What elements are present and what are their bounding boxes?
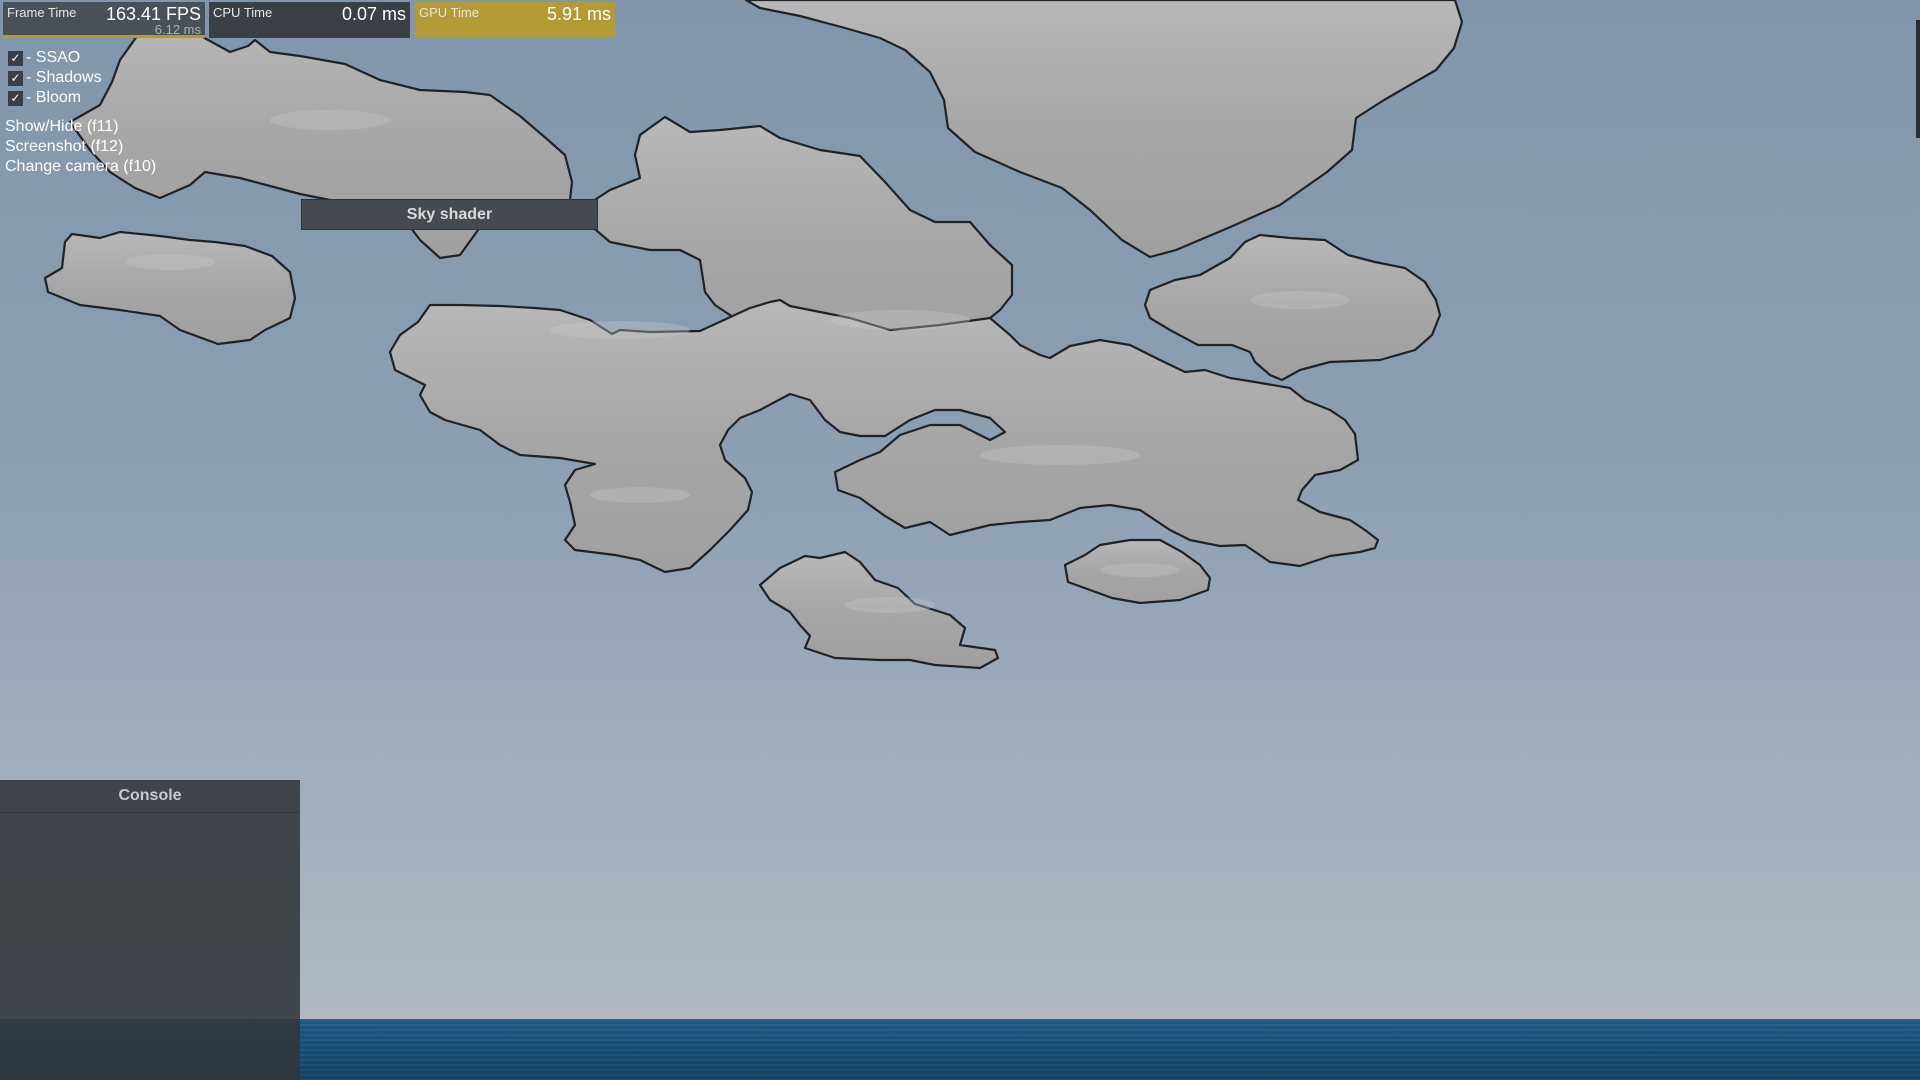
gpu-time-label: GPU Time [419, 5, 479, 20]
gpu-time-graph: GPU Time 5.91 ms [415, 2, 615, 38]
shadows-label: - Shadows [26, 69, 102, 86]
change-camera-hint: Change camera (f10) [5, 158, 157, 175]
bloom-label: - Bloom [26, 89, 82, 106]
frame-time-graph: Frame Time 163.41 FPS 6.12 ms [3, 2, 205, 38]
show-hide-hint: Show/Hide (f11) [5, 118, 119, 135]
cpu-time-graph: CPU Time 0.07 ms [209, 2, 410, 38]
ssao-label: - SSAO [26, 49, 81, 66]
checkmark-icon[interactable]: ✓ [8, 90, 23, 106]
frame-time-bar [3, 35, 205, 38]
scrollbar[interactable] [1916, 20, 1920, 138]
cpu-time-value: 0.07 ms [341, 4, 406, 24]
sky-shader-title: Sky shader [406, 205, 493, 223]
screenshot-hint: Screenshot (f12) [5, 138, 124, 155]
cpu-time-label: CPU Time [213, 5, 273, 20]
ssao-toggle[interactable]: ✓ - SSAO [8, 49, 80, 67]
console-window[interactable]: Console [0, 780, 300, 1080]
checkmark-icon[interactable]: ✓ [8, 70, 23, 86]
cloud [43, 230, 297, 346]
bloom-toggle[interactable]: ✓ - Bloom [8, 89, 81, 107]
console-title: Console [118, 787, 182, 804]
frame-time-label: Frame Time [7, 5, 77, 20]
console-title-bar[interactable]: Console [0, 780, 300, 813]
shadows-toggle[interactable]: ✓ - Shadows [8, 69, 102, 87]
sky-shader-window-title[interactable]: Sky shader [301, 199, 598, 230]
checkmark-icon[interactable]: ✓ [8, 50, 23, 66]
gpu-time-value: 5.91 ms [546, 4, 611, 24]
